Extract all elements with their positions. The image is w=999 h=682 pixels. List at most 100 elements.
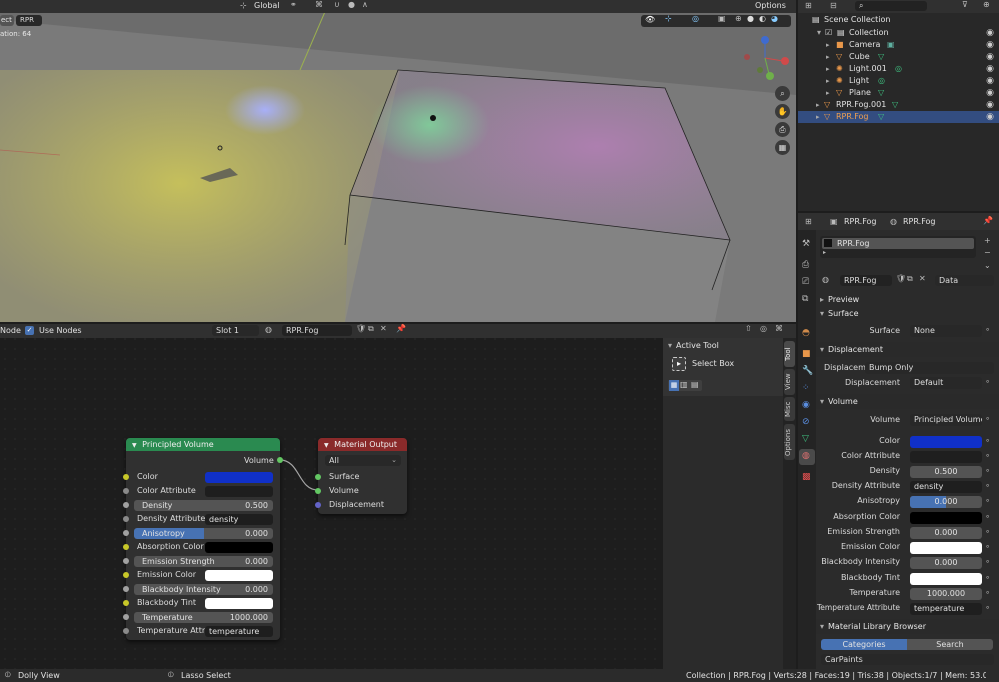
overlay-toggle-icon[interactable]: ◎ (692, 14, 699, 23)
solid-shading-icon[interactable]: ● (747, 14, 754, 23)
display-mode-icon[interactable]: ⊟ (830, 1, 837, 10)
material-slot-row[interactable]: RPR.Fog (822, 238, 974, 249)
collapse-arrow-icon[interactable]: ▼ (324, 442, 329, 449)
select-box-label[interactable]: Select Box (692, 359, 734, 368)
eye-icon[interactable]: ◉ (986, 39, 994, 51)
snap-icon[interactable]: ⌘ (775, 324, 783, 333)
physics-tab-icon[interactable]: ◉ (802, 400, 810, 410)
expand-arrow-icon[interactable]: ▸ (816, 111, 820, 123)
zoom-icon[interactable]: ⌕ (775, 86, 790, 101)
socket-dot-icon[interactable]: ∘ (985, 557, 990, 566)
wireframe-shading-icon[interactable]: ⊕ (735, 14, 742, 23)
pv-density-socket[interactable] (123, 502, 129, 508)
socket-dot-icon[interactable]: ∘ (985, 496, 990, 505)
expand-arrow-icon[interactable]: ▾ (668, 341, 672, 350)
socket-dot-icon[interactable]: ∘ (985, 466, 990, 475)
expand-arrow-icon[interactable]: ▸ (826, 39, 830, 51)
expand-arrow-icon[interactable]: ▸ (826, 75, 830, 87)
prop-emission-color-swatch[interactable] (910, 542, 982, 554)
mo-surface-socket[interactable] (315, 474, 321, 480)
browse-material-icon[interactable]: ◍ (822, 275, 829, 284)
pv-absorption-color-swatch[interactable] (205, 542, 273, 553)
eye-icon[interactable]: ◉ (986, 63, 994, 75)
unlink-icon[interactable]: ✕ (919, 274, 926, 283)
tab-misc[interactable]: Misc (784, 397, 795, 421)
displacement-panel-header[interactable]: ▾ Displacement (816, 342, 999, 357)
outliner-item-collection[interactable]: ▾ ☑ ▤ Collection ◉ (798, 27, 999, 39)
outliner-item-camera[interactable]: ▸ ■ Camera ▣ ◉ (798, 39, 999, 51)
socket-dot-icon[interactable]: ∘ (985, 451, 990, 460)
subtract-selection-icon[interactable]: ▤ (691, 380, 699, 389)
output-target-select[interactable]: All ⌄ (325, 455, 401, 466)
eye-icon[interactable]: ◉ (986, 87, 994, 99)
pv-emission-strength-socket[interactable] (123, 558, 129, 564)
pv-emission-color-socket[interactable] (123, 572, 129, 578)
pv-density-attribute-socket[interactable] (123, 516, 129, 522)
link-mode-select[interactable]: Data (935, 275, 994, 286)
socket-dot-icon[interactable]: ∘ (985, 481, 990, 490)
add-slot-icon[interactable]: + (984, 236, 991, 245)
pan-hand-icon[interactable]: ✋ (775, 104, 790, 119)
pv-emission-strength-field[interactable]: Emission Strength 0.000 (134, 556, 273, 567)
render-tab-icon[interactable]: ⎙ (802, 260, 809, 270)
tab-view[interactable]: View (784, 369, 795, 395)
pv-density-attribute-field[interactable]: density (205, 514, 273, 525)
fake-user-icon[interactable]: 🛡 (896, 274, 906, 283)
category-select[interactable]: CarPaints (821, 654, 994, 665)
texture-tab-icon[interactable]: ▩ (802, 472, 811, 482)
material-output-header[interactable]: ▼ Material Output (318, 438, 407, 451)
surface-panel-header[interactable]: ▾ Surface (816, 306, 999, 321)
checkbox-icon[interactable]: ☑ (825, 27, 832, 39)
pv-anisotropy-field[interactable]: Anisotropy 0.000 (134, 528, 273, 539)
collapse-arrow-icon[interactable]: ▼ (132, 442, 137, 449)
select-box-icon[interactable]: ▸ (672, 357, 686, 371)
socket-dot-icon[interactable]: ∘ (985, 542, 990, 551)
prop-blackbody-intensity-field[interactable]: 0.000 (910, 557, 982, 569)
mo-volume-socket[interactable] (315, 488, 321, 494)
list-resize-icon[interactable]: ▸ (823, 249, 826, 256)
eye-icon[interactable]: ◉ (986, 99, 994, 111)
expand-arrow-icon[interactable]: ▸ (826, 51, 830, 63)
socket-dot-icon[interactable]: ∘ (985, 527, 990, 536)
overlay-icon[interactable]: ◎ (760, 324, 767, 333)
gizmo-toggle-icon[interactable]: ⊹ (665, 14, 672, 23)
prop-anisotropy-field[interactable]: 0.000 (910, 496, 982, 508)
eye-icon[interactable]: ◉ (986, 75, 994, 87)
displacement-mode-select[interactable]: Bump Only (865, 362, 994, 374)
pv-output-socket[interactable] (277, 457, 283, 463)
editor-type-icon[interactable]: ⊞ (805, 217, 812, 226)
pv-anisotropy-socket[interactable] (123, 530, 129, 536)
editor-type-icon[interactable]: ⊞ (805, 1, 812, 10)
pv-color-attribute-field[interactable] (205, 486, 273, 497)
eye-icon[interactable]: ◉ (986, 51, 994, 63)
pv-temperature-field[interactable]: Temperature 1000.000 (134, 612, 273, 623)
outliner-item-cube[interactable]: ▸ ▽ Cube ▽ ◉ (798, 51, 999, 63)
extend-selection-icon[interactable]: ▥ (680, 380, 688, 389)
prop-temperature-attribute-field[interactable]: temperature (910, 603, 982, 615)
new-selection-icon[interactable]: ▦ (669, 380, 679, 391)
tab-options[interactable]: Options (784, 424, 795, 460)
constraints-tab-icon[interactable]: ⊘ (802, 417, 810, 427)
pv-color-swatch[interactable] (205, 472, 273, 483)
pv-color-attribute-socket[interactable] (123, 488, 129, 494)
principled-volume-node[interactable] (126, 438, 280, 640)
particles-tab-icon[interactable]: ⁘ (802, 383, 810, 393)
pin-icon[interactable]: 📌 (983, 216, 993, 225)
eye-icon[interactable]: ◉ (986, 27, 994, 39)
pv-color-socket[interactable] (123, 474, 129, 480)
pv-blackbody-intensity-socket[interactable] (123, 586, 129, 592)
outliner-item-light-001[interactable]: ▸ ✺ Light.001 ◎ ◉ (798, 63, 999, 75)
options-menu[interactable]: Options (755, 1, 786, 10)
mo-displacement-socket[interactable] (315, 502, 321, 508)
filter-icon[interactable]: ⊽ (962, 0, 968, 9)
material-shading-icon[interactable]: ◐ (759, 14, 766, 23)
prop-color-swatch[interactable] (910, 436, 982, 448)
pv-emission-color-swatch[interactable] (205, 570, 273, 581)
pv-temperature-attribute-field[interactable]: temperature (205, 626, 273, 637)
socket-dot-icon[interactable]: ∘ (985, 377, 990, 386)
modifier-tab-icon[interactable]: 🔧 (802, 366, 813, 376)
pv-blackbody-intensity-field[interactable]: Blackbody Intensity 0.000 (134, 584, 273, 595)
prop-absorption-color-swatch[interactable] (910, 512, 982, 524)
socket-dot-icon[interactable]: ∘ (985, 573, 990, 582)
outliner-item-rpr-fog[interactable]: ▸ ▽ RPR.Fog ▽ ◉ (798, 111, 999, 123)
